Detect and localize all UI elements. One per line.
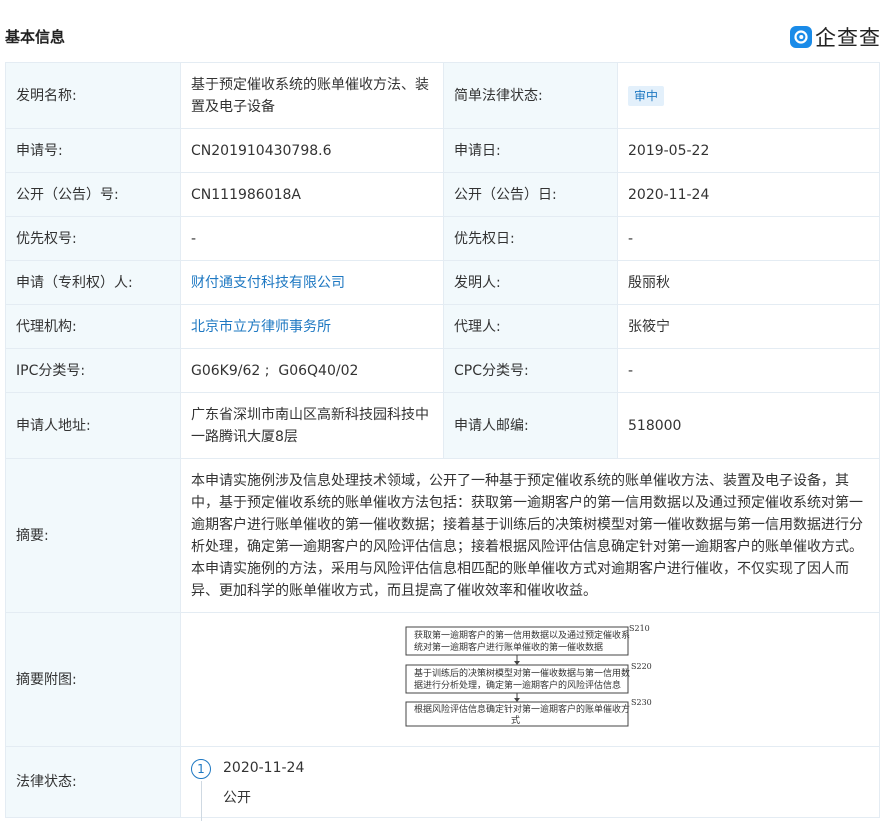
inventor-value: 殷丽秋 [617, 260, 880, 305]
step-1-line1: 获取第一逾期客户的第一信用数据以及通过预定催收系 [414, 629, 630, 641]
app-date-value: 2019-05-22 [617, 128, 880, 173]
applicant-link[interactable]: 财付通支付科技有限公司 [191, 275, 345, 291]
table-row: 申请（专利权）人: 财付通支付科技有限公司 发明人: 殷丽秋 [5, 260, 880, 305]
timeline-step-number: 1 [191, 759, 211, 779]
table-row: 代理机构: 北京市立方律师事务所 代理人: 张筱宁 [5, 304, 880, 349]
legal-status-cell: 1 2020-11-24 公开 [180, 746, 880, 821]
patent-info-table: 发明名称: 基于预定催收系统的账单催收方法、装置及电子设备 简单法律状态: 审中… [5, 62, 880, 821]
pub-date-value: 2020-11-24 [617, 172, 880, 217]
step-2-id: S220 [631, 662, 652, 671]
qichacha-logo[interactable]: 企查查 [790, 22, 881, 52]
app-date-label: 申请日: [443, 128, 618, 173]
timeline-line [201, 781, 202, 821]
cpc-label: CPC分类号: [443, 348, 618, 393]
legal-status-label: 法律状态: [5, 746, 181, 818]
applicant-label: 申请（专利权）人: [5, 260, 181, 305]
step-1-id: S210 [629, 624, 650, 633]
abstract-text: 本申请实施例涉及信息处理技术领域，公开了一种基于预定催收系统的账单催收方法、装置… [180, 458, 880, 613]
table-row: 摘要附图: 获取第一逾期客户的第一信用数据以及通过预定催收系 统对第一逾期客户进… [5, 612, 880, 747]
priority-no-value: - [180, 216, 444, 261]
priority-date-label: 优先权日: [443, 216, 618, 261]
pub-no-label: 公开（公告）号: [5, 172, 181, 217]
step-3-line2: 式 [511, 714, 520, 726]
postcode-label: 申请人邮编: [443, 392, 618, 459]
step-1-line2: 统对第一逾期客户进行账单催收的第一催收数据 [414, 641, 603, 653]
invention-name-value: 基于预定催收系统的账单催收方法、装置及电子设备 [180, 62, 444, 129]
table-row: 摘要: 本申请实施例涉及信息处理技术领域，公开了一种基于预定催收系统的账单催收方… [5, 458, 880, 613]
legal-status-simple-label: 简单法律状态: [443, 62, 618, 129]
address-value: 广东省深圳市南山区高新科技园科技中一路腾讯大厦8层 [180, 392, 444, 459]
logo-text: 企查查 [815, 26, 881, 50]
abstract-label: 摘要: [5, 458, 181, 613]
pub-date-label: 公开（公告）日: [443, 172, 618, 217]
section-title: 基本信息 [5, 28, 66, 46]
abstract-figure-label: 摘要附图: [5, 612, 181, 747]
ipc-label: IPC分类号: [5, 348, 181, 393]
step-2-line1: 基于训练后的决策树模型对第一催收数据与第一信用数 [414, 667, 630, 679]
abstract-figure[interactable]: 获取第一逾期客户的第一信用数据以及通过预定催收系 统对第一逾期客户进行账单催收的… [181, 613, 879, 739]
agency-label: 代理机构: [5, 304, 181, 349]
section-header: 基本信息 企查查 [0, 0, 883, 62]
abstract-figure-cell: 获取第一逾期客户的第一信用数据以及通过预定催收系 统对第一逾期客户进行账单催收的… [180, 612, 880, 747]
priority-date-value: - [617, 216, 880, 261]
agent-value: 张筱宁 [617, 304, 880, 349]
table-row: 法律状态: 1 2020-11-24 公开 [5, 746, 880, 821]
step-3-id: S230 [631, 698, 652, 707]
table-row: IPC分类号: G06K9/62 ; G06Q40/02 CPC分类号: - [5, 348, 880, 393]
ipc-value: G06K9/62 ; G06Q40/02 [180, 348, 444, 393]
agency-link[interactable]: 北京市立方律师事务所 [191, 319, 331, 335]
step-2-line2: 据进行分析处理，确定第一逾期客户的风险评估信息 [414, 679, 621, 691]
status-badge: 审中 [628, 85, 665, 106]
invention-name-label: 发明名称: [5, 62, 181, 129]
table-row: 申请人地址: 广东省深圳市南山区高新科技园科技中一路腾讯大厦8层 申请人邮编: … [5, 392, 880, 459]
postcode-value: 518000 [617, 392, 880, 459]
app-no-value: CN201910430798.6 [180, 128, 444, 173]
pub-no-value: CN111986018A [180, 172, 444, 217]
qichacha-logo-icon [790, 26, 812, 48]
table-row: 申请号: CN201910430798.6 申请日: 2019-05-22 [5, 128, 880, 173]
table-row: 优先权号: - 优先权日: - [5, 216, 880, 261]
legal-status-simple-cell: 审中 [617, 62, 880, 129]
address-label: 申请人地址: [5, 392, 181, 459]
legal-status-text: 公开 [223, 790, 251, 806]
agency-cell: 北京市立方律师事务所 [180, 304, 444, 349]
table-row: 公开（公告）号: CN111986018A 公开（公告）日: 2020-11-2… [5, 172, 880, 217]
legal-status-date: 2020-11-24 [223, 760, 305, 776]
app-no-label: 申请号: [5, 128, 181, 173]
agent-label: 代理人: [443, 304, 618, 349]
step-3-line1: 根据风险评估信息确定针对第一逾期客户的账单催收方 [414, 703, 630, 715]
legal-status-timeline: 1 2020-11-24 公开 [181, 747, 879, 821]
applicant-cell: 财付通支付科技有限公司 [180, 260, 444, 305]
priority-no-label: 优先权号: [5, 216, 181, 261]
cpc-value: - [617, 348, 880, 393]
table-row: 发明名称: 基于预定催收系统的账单催收方法、装置及电子设备 简单法律状态: 审中 [5, 62, 880, 129]
inventor-label: 发明人: [443, 260, 618, 305]
